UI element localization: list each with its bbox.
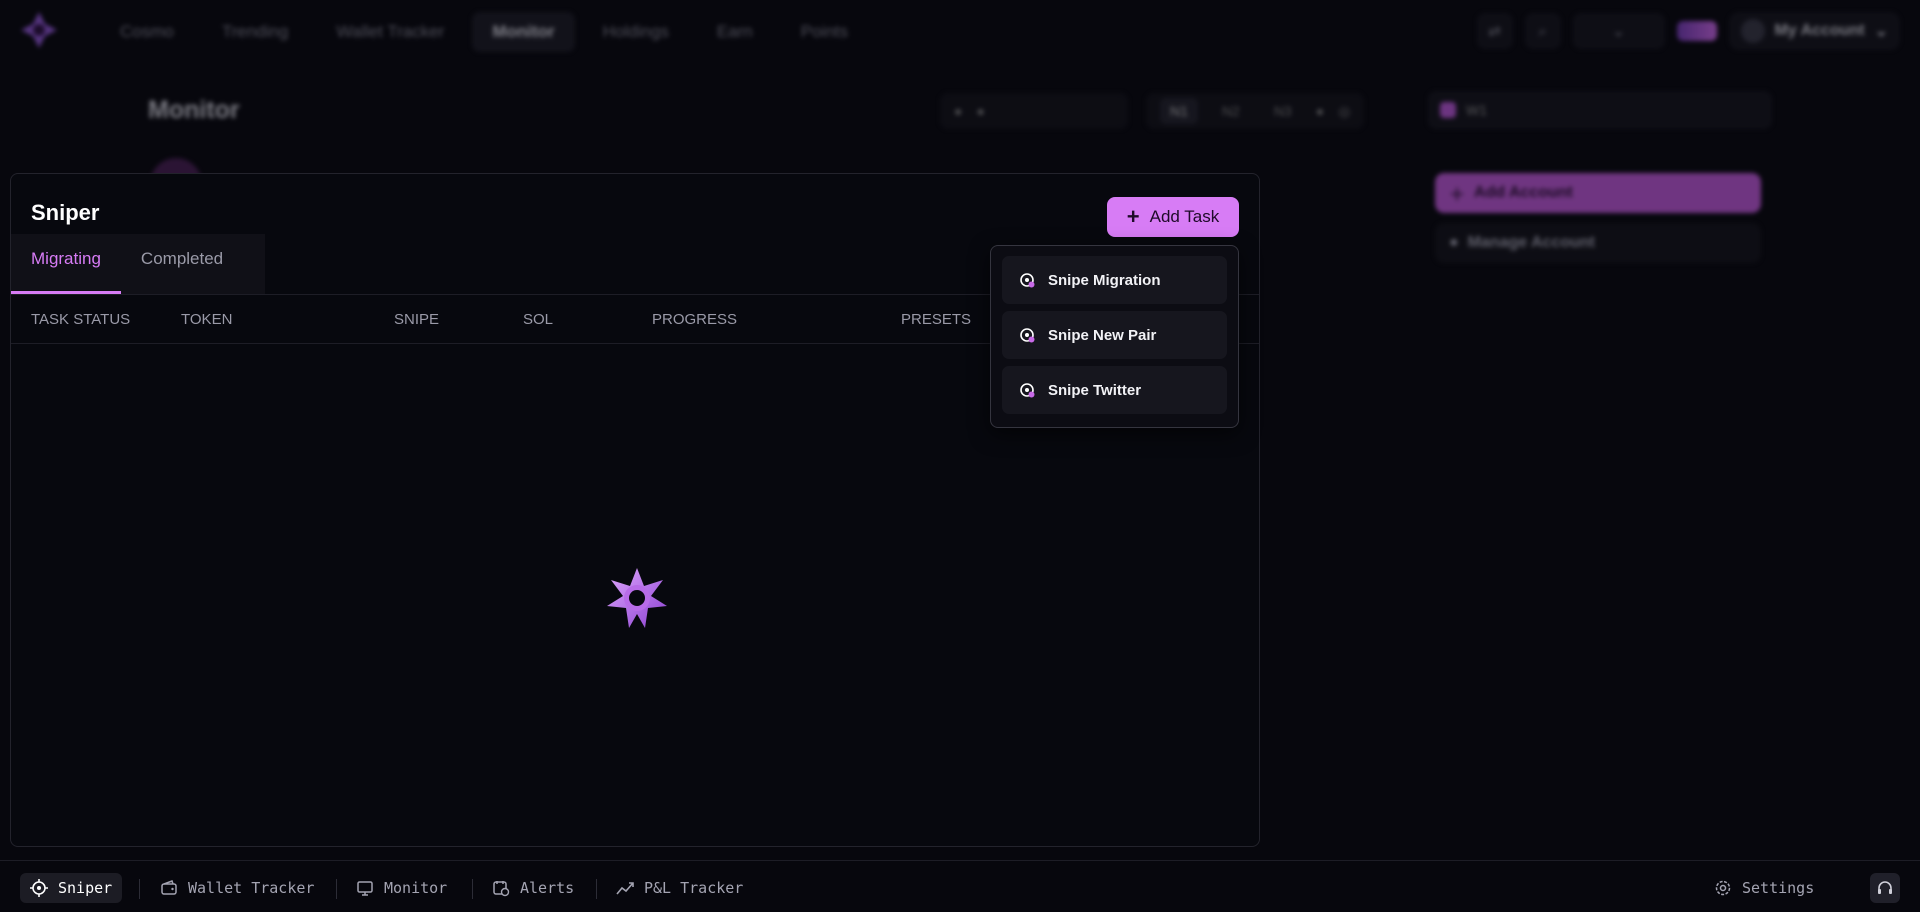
add-task-label: Add Task — [1149, 207, 1220, 226]
alarm-icon — [493, 881, 510, 897]
col-presets: PRESETS — [901, 311, 972, 328]
support-button[interactable] — [1870, 873, 1900, 903]
settings-label: Settings — [1742, 879, 1815, 897]
chevron-down-icon: ⌄ — [1612, 23, 1625, 40]
settings-icon[interactable]: ◎ — [1338, 103, 1350, 120]
divider — [472, 879, 473, 899]
wallet-label: W1 — [1466, 102, 1487, 118]
target-icon — [1020, 383, 1035, 398]
app-logo-icon — [21, 12, 57, 48]
bottom-item-alerts[interactable]: Alerts — [482, 873, 584, 903]
tab-completed[interactable]: Completed — [121, 234, 243, 294]
filter-seg-n1[interactable]: N1 — [1160, 98, 1198, 124]
target-icon — [1020, 273, 1035, 288]
bottom-item-label: P&L Tracker — [644, 879, 744, 897]
menu-item-snipe-migration[interactable]: Snipe Migration — [1002, 256, 1227, 304]
bottom-item-label: Monitor — [384, 879, 448, 897]
panel-title: Sniper — [31, 200, 100, 225]
bottom-item-pnl-tracker[interactable]: P&L Tracker — [606, 873, 753, 903]
coin-icon[interactable]: ● — [1316, 103, 1324, 119]
menu-item-label: Snipe Migration — [1048, 271, 1161, 289]
menu-item-label: Snipe Twitter — [1048, 381, 1142, 399]
chevron-down-icon: ⌄ — [1874, 23, 1888, 40]
bottom-item-monitor[interactable]: Monitor — [346, 873, 457, 903]
col-snipe: SNIPE — [394, 311, 440, 328]
network-toggle-button[interactable]: ⇄ — [1476, 13, 1513, 49]
nav-link-trending[interactable]: Trending — [202, 12, 308, 52]
nav-link-monitor[interactable]: Monitor — [472, 12, 575, 52]
col-progress: PROGRESS — [652, 311, 738, 328]
bottom-bar: Sniper Wallet Tracker Monitor Alerts P&L… — [0, 860, 1920, 912]
divider — [596, 879, 597, 899]
avatar — [1740, 19, 1765, 43]
col-sol: SOL — [523, 311, 554, 328]
add-task-menu: Snipe Migration Snipe New Pair Snipe Twi… — [990, 245, 1239, 428]
manage-account-label: Manage Account — [1467, 234, 1595, 251]
settings-button[interactable]: Settings — [1704, 873, 1824, 903]
filter-seg-n3[interactable]: N3 — [1264, 98, 1302, 124]
monitor-icon — [357, 881, 373, 896]
network-filter[interactable]: N1 N2 N3 ● ◎ — [1146, 93, 1365, 129]
col-token: TOKEN — [181, 311, 233, 328]
col-task-status: TASK STATUS — [31, 311, 131, 328]
manage-account-button[interactable]: ● Manage Account — [1435, 223, 1761, 263]
crosshair-icon — [30, 879, 48, 897]
nav-link-points[interactable]: Points — [781, 12, 868, 52]
account-menu-button[interactable]: My Account ⌄ — [1728, 12, 1900, 50]
menu-item-snipe-new-pair[interactable]: Snipe New Pair — [1002, 311, 1227, 359]
nav-link-holdings[interactable]: Holdings — [583, 12, 689, 52]
wallet-icon — [1440, 102, 1456, 118]
search-icon: ⌕ — [1538, 22, 1547, 40]
menu-item-label: Snipe New Pair — [1048, 326, 1157, 344]
search-button[interactable]: ⌕ — [1524, 13, 1561, 49]
bottom-item-label: Sniper — [58, 879, 113, 897]
page-title: Monitor — [148, 96, 240, 124]
sniper-tabs: Migrating Completed — [11, 234, 265, 294]
headset-icon — [1878, 881, 1892, 894]
divider — [336, 879, 337, 899]
nav-link-wallet-tracker[interactable]: Wallet Tracker — [316, 12, 464, 52]
loading-spinner-icon — [607, 568, 667, 628]
filter-seg-n2[interactable]: N2 — [1212, 98, 1250, 124]
bottom-item-sniper[interactable]: Sniper — [20, 873, 123, 903]
add-task-button[interactable]: + Add Task — [1107, 197, 1239, 237]
nav-link-earn[interactable]: Earn — [697, 12, 773, 52]
add-account-button[interactable]: ＋ Add Account — [1435, 173, 1761, 213]
wallet-select[interactable]: W1 — [1428, 91, 1772, 129]
gear-icon — [1715, 880, 1731, 896]
token-filter[interactable]: ● ● — [940, 93, 1128, 129]
divider — [139, 879, 140, 899]
bottom-item-label: Alerts — [520, 879, 575, 897]
nav-link-cosmo[interactable]: Cosmo — [100, 12, 194, 52]
chart-icon — [616, 882, 634, 895]
account-label: My Account — [1774, 22, 1865, 39]
bottom-item-label: Wallet Tracker — [188, 879, 315, 897]
add-account-label: Add Account — [1473, 184, 1573, 201]
bottom-item-wallet-tracker[interactable]: Wallet Tracker — [150, 873, 324, 903]
plus-icon: + — [1126, 204, 1140, 229]
chain-selector[interactable]: ⌄ — [1572, 13, 1665, 49]
points-badge[interactable] — [1676, 21, 1717, 41]
menu-item-snipe-twitter[interactable]: Snipe Twitter — [1002, 366, 1227, 414]
target-icon — [1020, 328, 1035, 343]
tab-migrating[interactable]: Migrating — [11, 234, 121, 294]
wallet-icon — [161, 880, 177, 895]
top-navigation: Cosmo Trending Wallet Tracker Monitor Ho… — [0, 0, 1920, 62]
